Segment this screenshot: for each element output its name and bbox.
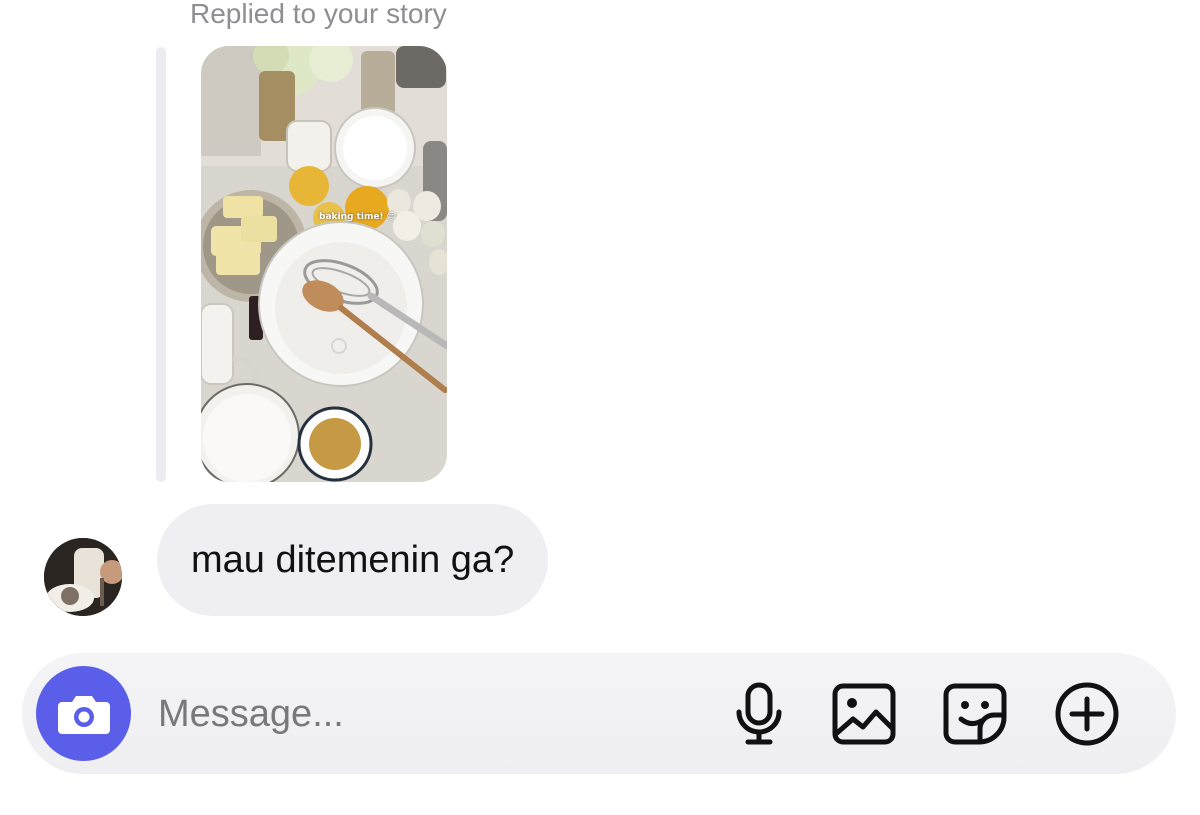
story-image — [201, 46, 447, 482]
camera-button[interactable] — [36, 666, 131, 761]
more-options-button[interactable] — [1054, 681, 1120, 747]
story-thumbnail[interactable]: baking time! ☺ — [201, 46, 447, 482]
sticker-icon — [943, 683, 1007, 745]
message-text: mau ditemenin ga? — [191, 538, 515, 581]
microphone-icon — [736, 682, 782, 745]
avatar-image — [44, 538, 122, 616]
message-input[interactable] — [156, 683, 700, 745]
camera-icon — [57, 695, 110, 734]
sticker-button[interactable] — [942, 681, 1008, 747]
reply-quote-bar — [156, 47, 166, 482]
image-icon — [832, 683, 896, 745]
voice-message-button[interactable] — [726, 681, 792, 747]
message-composer — [22, 653, 1176, 774]
gallery-button[interactable] — [831, 681, 897, 747]
message-bubble[interactable]: mau ditemenin ga? — [157, 504, 549, 616]
story-caption: baking time! ☺ — [319, 212, 397, 222]
plus-circle-icon — [1055, 682, 1119, 746]
avatar[interactable] — [44, 538, 122, 616]
reply-context-label: Replied to your story — [190, 0, 447, 29]
